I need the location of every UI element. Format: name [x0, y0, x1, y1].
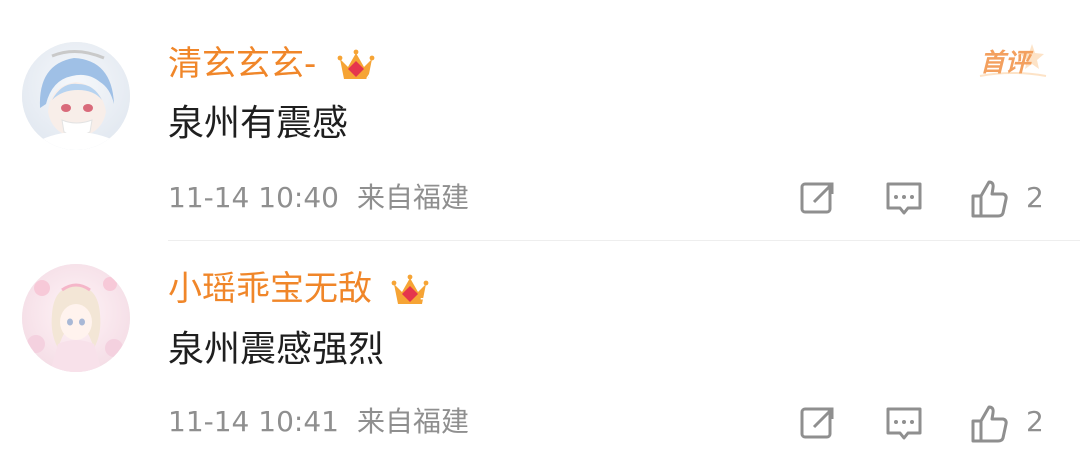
username[interactable]: 小瑶乖宝无敌: [168, 272, 372, 306]
like-count: 2: [1026, 181, 1044, 214]
location: 来自福建: [356, 181, 469, 214]
comment-item: 清玄玄玄- 4 泉州有震感 11-14 10:40 来自福建 2 首评: [0, 0, 1080, 240]
first-comment-label: 首评: [980, 48, 1031, 77]
crown-icon: 7: [391, 274, 429, 309]
comment-icon[interactable]: [882, 176, 926, 220]
comment-icon[interactable]: [882, 401, 926, 445]
timestamp: 11-14 10:41: [168, 405, 339, 438]
username[interactable]: 清玄玄玄-: [168, 47, 316, 81]
comment-text: 泉州有震感: [168, 103, 349, 144]
share-icon[interactable]: [796, 176, 840, 220]
comment-meta: 11-14 10:41 来自福建: [168, 408, 487, 436]
avatar[interactable]: [22, 42, 130, 150]
avatar-image: [22, 264, 130, 372]
crown-level: 4: [366, 71, 374, 84]
comment-meta: 11-14 10:40 来自福建: [168, 184, 487, 212]
avatar-image: [22, 42, 130, 150]
comment-item: 小瑶乖宝无敌 7 泉州震感强烈 11-14 10:41 来自福建 2: [0, 241, 1080, 458]
share-icon[interactable]: [796, 401, 840, 445]
like-count: 2: [1026, 405, 1044, 438]
crown-icon: 4: [337, 49, 375, 84]
avatar[interactable]: [22, 264, 130, 372]
timestamp: 11-14 10:40: [168, 181, 339, 214]
first-comment-badge-icon: 首评: [976, 40, 1050, 88]
comment-text: 泉州震感强烈: [168, 329, 385, 370]
like-icon[interactable]: [967, 176, 1011, 220]
like-icon[interactable]: [967, 401, 1011, 445]
location: 来自福建: [356, 405, 469, 438]
crown-level: 7: [420, 296, 428, 309]
